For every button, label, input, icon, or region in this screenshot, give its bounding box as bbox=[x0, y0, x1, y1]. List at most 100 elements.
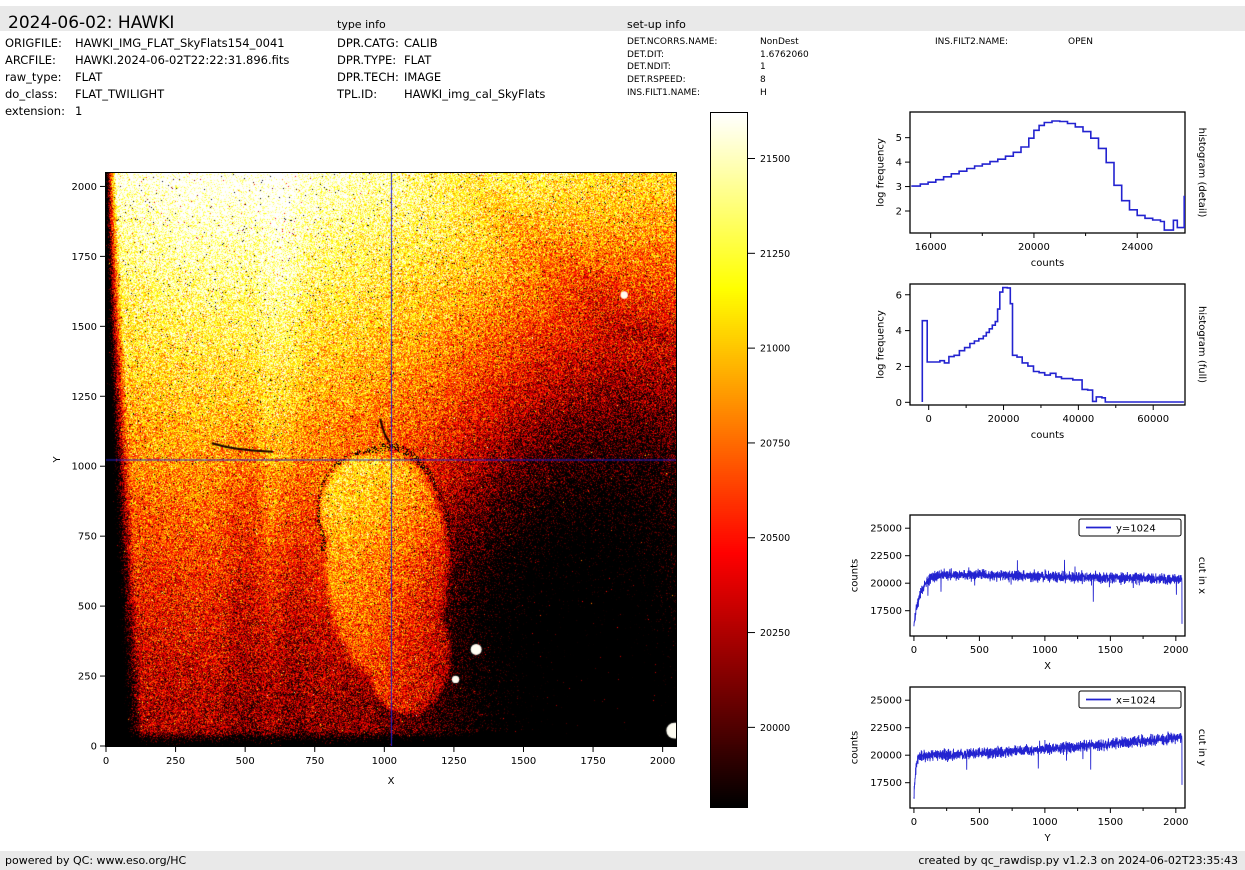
legend-label: x=1024 bbox=[1116, 696, 1156, 707]
meta-row-origfile: ORIGFILE:HAWKI_IMG_FLAT_SkyFlats154_0041 bbox=[5, 36, 285, 50]
x-tick-label: 1750 bbox=[580, 756, 605, 767]
meta-row-tplid: TPL.ID:HAWKI_img_cal_SkyFlats bbox=[337, 87, 545, 101]
meta-label: DET.NCORRS.NAME: bbox=[627, 37, 760, 47]
x-tick-label: 1250 bbox=[441, 756, 466, 767]
setup-row-rspeed: DET.RSPEED:8 bbox=[627, 75, 766, 85]
meta-value: FLAT bbox=[75, 70, 102, 84]
y-tick-label: 1000 bbox=[72, 462, 97, 473]
meta-row-dprtech: DPR.TECH:IMAGE bbox=[337, 70, 441, 84]
x-tick-label: 24000 bbox=[1121, 242, 1153, 253]
x-tick-label: 16000 bbox=[915, 242, 947, 253]
colorbar-tick-label: 21250 bbox=[760, 249, 790, 260]
chart-ylabel: log frequency bbox=[876, 138, 887, 207]
x-tick-label: 60000 bbox=[1137, 414, 1169, 425]
meta-value: HAWKI.2024-06-02T22:22:31.896.fits bbox=[75, 53, 289, 67]
qc-report-page: 2024-06-02: HAWKI type info set-up info … bbox=[0, 0, 1245, 870]
setup-row-ncorrs: DET.NCORRS.NAME:NonDest bbox=[627, 37, 799, 47]
y-tick-label: 2 bbox=[896, 207, 902, 218]
meta-label: INS.FILT1.NAME: bbox=[627, 88, 760, 98]
meta-label: INS.FILT2.NAME: bbox=[935, 37, 1068, 47]
x-tick-label: 1500 bbox=[1098, 645, 1123, 656]
meta-value: IMAGE bbox=[404, 70, 441, 84]
x-tick-label: 250 bbox=[166, 756, 185, 767]
data-line bbox=[922, 288, 1184, 402]
meta-value: 1 bbox=[75, 104, 82, 118]
y-tick-label: 2000 bbox=[72, 182, 97, 193]
meta-row-dprtype: DPR.TYPE:FLAT bbox=[337, 53, 431, 67]
meta-label: DET.NDIT: bbox=[627, 62, 760, 72]
plot-frame bbox=[910, 284, 1185, 405]
meta-value: 8 bbox=[760, 75, 766, 85]
y-tick-label: 4 bbox=[896, 326, 902, 337]
setup-info-heading: set-up info bbox=[627, 18, 686, 31]
meta-label: ARCFILE: bbox=[5, 53, 75, 67]
chart-xlabel: counts bbox=[1031, 430, 1064, 441]
x-tick-label: 500 bbox=[970, 817, 989, 828]
type-info-heading: type info bbox=[337, 18, 386, 31]
x-tick-label: 2000 bbox=[1163, 817, 1188, 828]
colorbar-tick-label: 21500 bbox=[760, 154, 790, 165]
y-tick-label: 1750 bbox=[72, 252, 97, 263]
meta-value: OPEN bbox=[1068, 37, 1093, 47]
chart-side-title: histogram (full) bbox=[1196, 306, 1207, 383]
meta-value: FLAT bbox=[404, 53, 431, 67]
data-line bbox=[911, 121, 1184, 230]
meta-value: HAWKI_img_cal_SkyFlats bbox=[404, 87, 545, 101]
image-xlabel: X bbox=[388, 776, 395, 787]
page-title: 2024-06-02: HAWKI bbox=[8, 13, 174, 33]
meta-label: DPR.CATG: bbox=[337, 36, 404, 50]
colorbar-tick-label: 20250 bbox=[760, 628, 790, 639]
fits-image bbox=[105, 172, 677, 747]
chart-ylabel: counts bbox=[850, 559, 861, 592]
footer-right-text: created by qc_rawdisp.py v1.2.3 on 2024-… bbox=[918, 854, 1238, 867]
meta-label: DET.RSPEED: bbox=[627, 75, 760, 85]
x-tick-label: 500 bbox=[970, 645, 989, 656]
meta-value: CALIB bbox=[404, 36, 438, 50]
y-tick-label: 3 bbox=[896, 182, 902, 193]
chart-side-title: cut in y bbox=[1196, 729, 1207, 766]
y-tick-label: 2 bbox=[896, 362, 902, 373]
y-tick-label: 25000 bbox=[870, 696, 902, 707]
meta-label: raw_type: bbox=[5, 70, 75, 84]
x-tick-label: 0 bbox=[911, 645, 917, 656]
y-tick-label: 4 bbox=[896, 158, 902, 169]
meta-row-extension: extension:1 bbox=[5, 104, 82, 118]
setup-row-ndit: DET.NDIT:1 bbox=[627, 62, 766, 72]
meta-value: HAWKI_IMG_FLAT_SkyFlats154_0041 bbox=[75, 36, 285, 50]
y-tick-label: 17500 bbox=[870, 606, 902, 617]
x-tick-label: 20000 bbox=[1018, 242, 1050, 253]
meta-value: 1.6762060 bbox=[760, 50, 809, 60]
y-tick-label: 20000 bbox=[870, 751, 902, 762]
meta-label: extension: bbox=[5, 104, 75, 118]
meta-label: DPR.TECH: bbox=[337, 70, 404, 84]
setup-row-dit: DET.DIT:1.6762060 bbox=[627, 50, 809, 60]
chart-side-title: histogram (detail) bbox=[1196, 128, 1207, 218]
x-tick-label: 40000 bbox=[1062, 414, 1094, 425]
x-tick-label: 1000 bbox=[372, 756, 397, 767]
meta-row-doclass: do_class:FLAT_TWILIGHT bbox=[5, 87, 164, 101]
meta-label: TPL.ID: bbox=[337, 87, 404, 101]
x-tick-label: 2000 bbox=[650, 756, 675, 767]
chart-histogram-detail-: 1600020000240002345countslog frequencyhi… bbox=[830, 95, 1245, 287]
legend-label: y=1024 bbox=[1116, 524, 1156, 535]
chart-ylabel: log frequency bbox=[876, 310, 887, 379]
header-bar: 2024-06-02: HAWKI type info set-up info bbox=[0, 6, 1245, 31]
chart-xlabel: Y bbox=[1043, 833, 1051, 844]
x-tick-label: 750 bbox=[305, 756, 324, 767]
meta-value: H bbox=[760, 88, 767, 98]
meta-value: NonDest bbox=[760, 37, 799, 47]
y-tick-label: 500 bbox=[78, 602, 97, 613]
meta-label: DET.DIT: bbox=[627, 50, 760, 60]
setup-row-filt2: INS.FILT2.NAME:OPEN bbox=[935, 37, 1093, 47]
colorbar bbox=[710, 112, 748, 808]
chart-cut-in-y: 050010001500200017500200002250025000Ycou… bbox=[830, 670, 1245, 862]
chart-histogram-full-: 02000040000600000246countslog frequencyh… bbox=[830, 267, 1245, 459]
data-line bbox=[914, 560, 1182, 626]
colorbar-tick-label: 20000 bbox=[760, 723, 790, 734]
y-tick-label: 0 bbox=[896, 398, 902, 409]
meta-row-dprcatg: DPR.CATG:CALIB bbox=[337, 36, 438, 50]
chart-side-title: cut in x bbox=[1196, 557, 1207, 594]
x-tick-label: 20000 bbox=[988, 414, 1020, 425]
y-tick-label: 25000 bbox=[870, 524, 902, 535]
y-tick-label: 0 bbox=[91, 742, 97, 753]
